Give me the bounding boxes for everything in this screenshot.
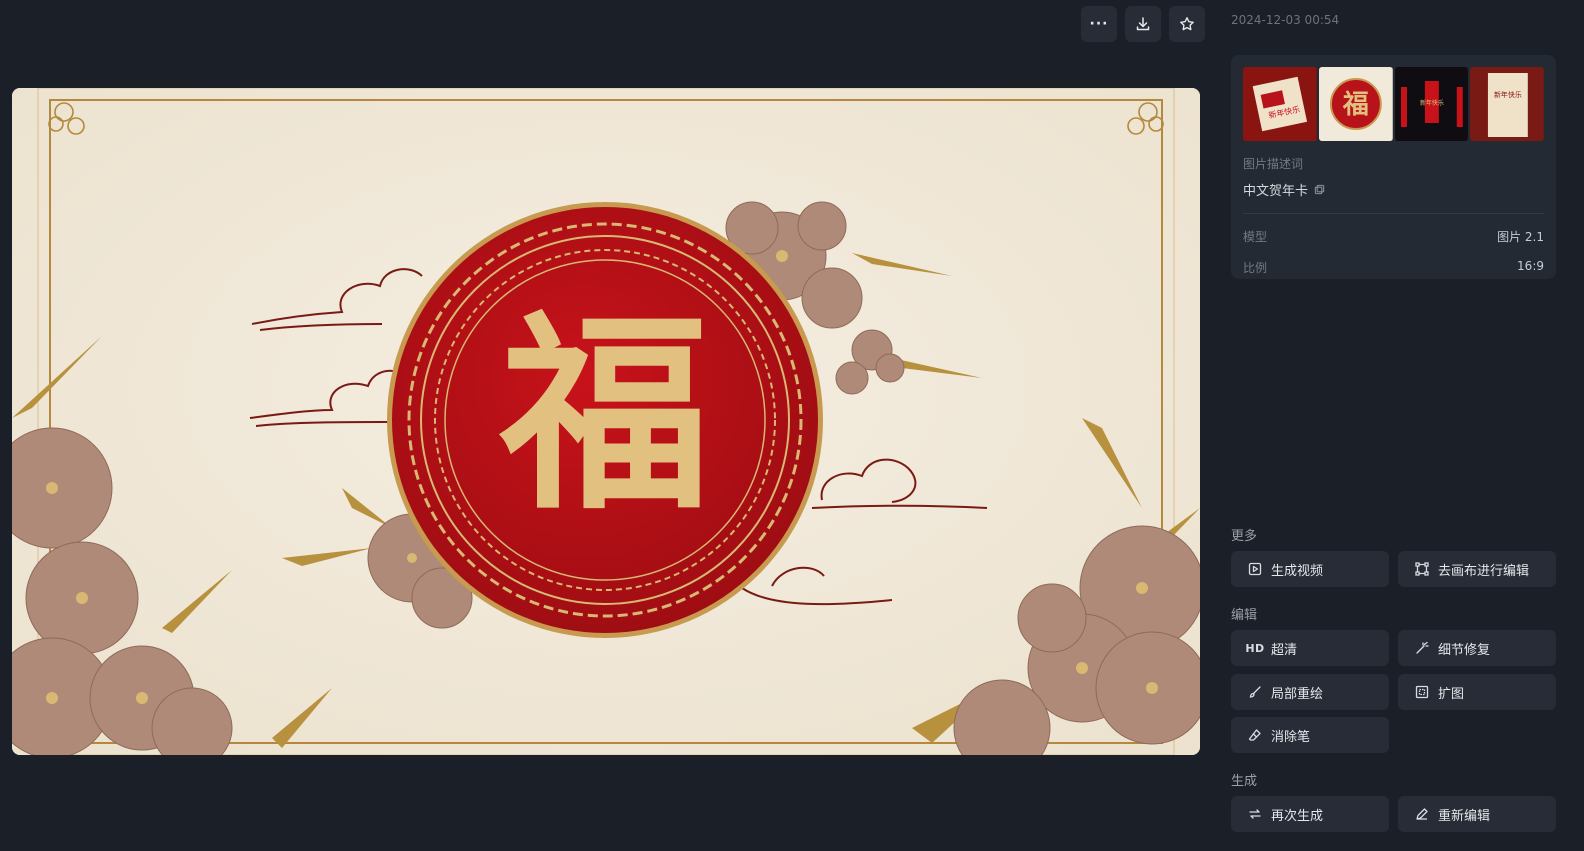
- canvas-edit-button[interactable]: 去画布进行编辑: [1398, 551, 1556, 587]
- image-toolbar: ···: [1081, 6, 1205, 42]
- star-icon: [1180, 17, 1194, 31]
- download-icon: [1136, 17, 1150, 31]
- download-button[interactable]: [1125, 6, 1161, 42]
- reedit-button[interactable]: 重新编辑: [1398, 796, 1556, 832]
- copy-icon[interactable]: [1314, 184, 1325, 195]
- regenerate-button[interactable]: 再次生成: [1231, 796, 1389, 832]
- thumbnail-strip: 新年快乐 福 新年快乐 新年快乐: [1243, 67, 1544, 141]
- section-title-more: 更多: [1231, 529, 1258, 544]
- detail-fix-label: 细节修复: [1438, 642, 1491, 658]
- favorite-button[interactable]: [1169, 6, 1205, 42]
- generated-image[interactable]: 福: [12, 88, 1200, 755]
- divider: [1243, 213, 1544, 214]
- inpaint-button[interactable]: 局部重绘: [1231, 674, 1389, 710]
- thumbnail-1[interactable]: 新年快乐: [1243, 67, 1317, 141]
- meta-row-ratio: 比例 16:9: [1243, 259, 1544, 276]
- refresh-icon: [1247, 806, 1263, 822]
- inpaint-label: 局部重绘: [1271, 686, 1324, 702]
- canvas-edit-label: 去画布进行编辑: [1438, 563, 1530, 579]
- thumbnail-4-text: 新年快乐: [1494, 90, 1522, 99]
- meta-key: 比例: [1243, 261, 1268, 275]
- thumbnail-3[interactable]: 新年快乐: [1394, 67, 1469, 141]
- eraser-button[interactable]: 消除笔: [1231, 717, 1389, 753]
- brush-icon: [1247, 684, 1263, 700]
- expand-button[interactable]: 扩图: [1398, 674, 1556, 710]
- generate-video-button[interactable]: 生成视频: [1231, 551, 1389, 587]
- description-value: 中文贺年卡: [1243, 180, 1544, 199]
- section-title-generate: 生成: [1231, 774, 1258, 789]
- more-dots-icon: ···: [1089, 16, 1109, 32]
- eraser-label: 消除笔: [1271, 729, 1311, 745]
- meta-key: 模型: [1243, 230, 1268, 244]
- pencil-icon: [1414, 806, 1430, 822]
- more-options-button[interactable]: ···: [1081, 6, 1117, 42]
- expand-icon: [1414, 684, 1430, 700]
- expand-label: 扩图: [1438, 686, 1465, 702]
- description-text: 中文贺年卡: [1243, 184, 1309, 199]
- meta-value: 16:9: [1517, 259, 1544, 273]
- generate-video-label: 生成视频: [1271, 563, 1324, 579]
- image-info-card: 新年快乐 福 新年快乐 新年快乐 图片描述词 中文贺年卡 模型 图片 2.1 比…: [1231, 55, 1556, 279]
- canvas-icon: [1414, 561, 1430, 577]
- thumbnail-2[interactable]: 福: [1318, 67, 1393, 141]
- thumbnail-3-text: 新年快乐: [1419, 99, 1443, 107]
- magic-wand-icon: [1414, 640, 1430, 656]
- upscale-button[interactable]: HD 超清: [1231, 630, 1389, 666]
- fu-character: 福: [498, 291, 710, 538]
- reedit-label: 重新编辑: [1438, 808, 1491, 824]
- detail-fix-button[interactable]: 细节修复: [1398, 630, 1556, 666]
- thumbnail-4[interactable]: 新年快乐: [1470, 67, 1544, 141]
- hd-icon: HD: [1245, 641, 1265, 655]
- section-title-edit: 编辑: [1231, 608, 1258, 623]
- meta-value: 图片 2.1: [1497, 230, 1544, 244]
- regenerate-label: 再次生成: [1271, 808, 1324, 824]
- timestamp: 2024-12-03 00:54: [1231, 13, 1340, 27]
- video-icon: [1247, 561, 1263, 577]
- eraser-icon: [1247, 727, 1263, 743]
- thumbnail-2-text: 福: [1342, 90, 1369, 120]
- meta-row-model: 模型 图片 2.1: [1243, 228, 1544, 245]
- description-label: 图片描述词: [1243, 157, 1304, 171]
- upscale-label: 超清: [1271, 642, 1298, 658]
